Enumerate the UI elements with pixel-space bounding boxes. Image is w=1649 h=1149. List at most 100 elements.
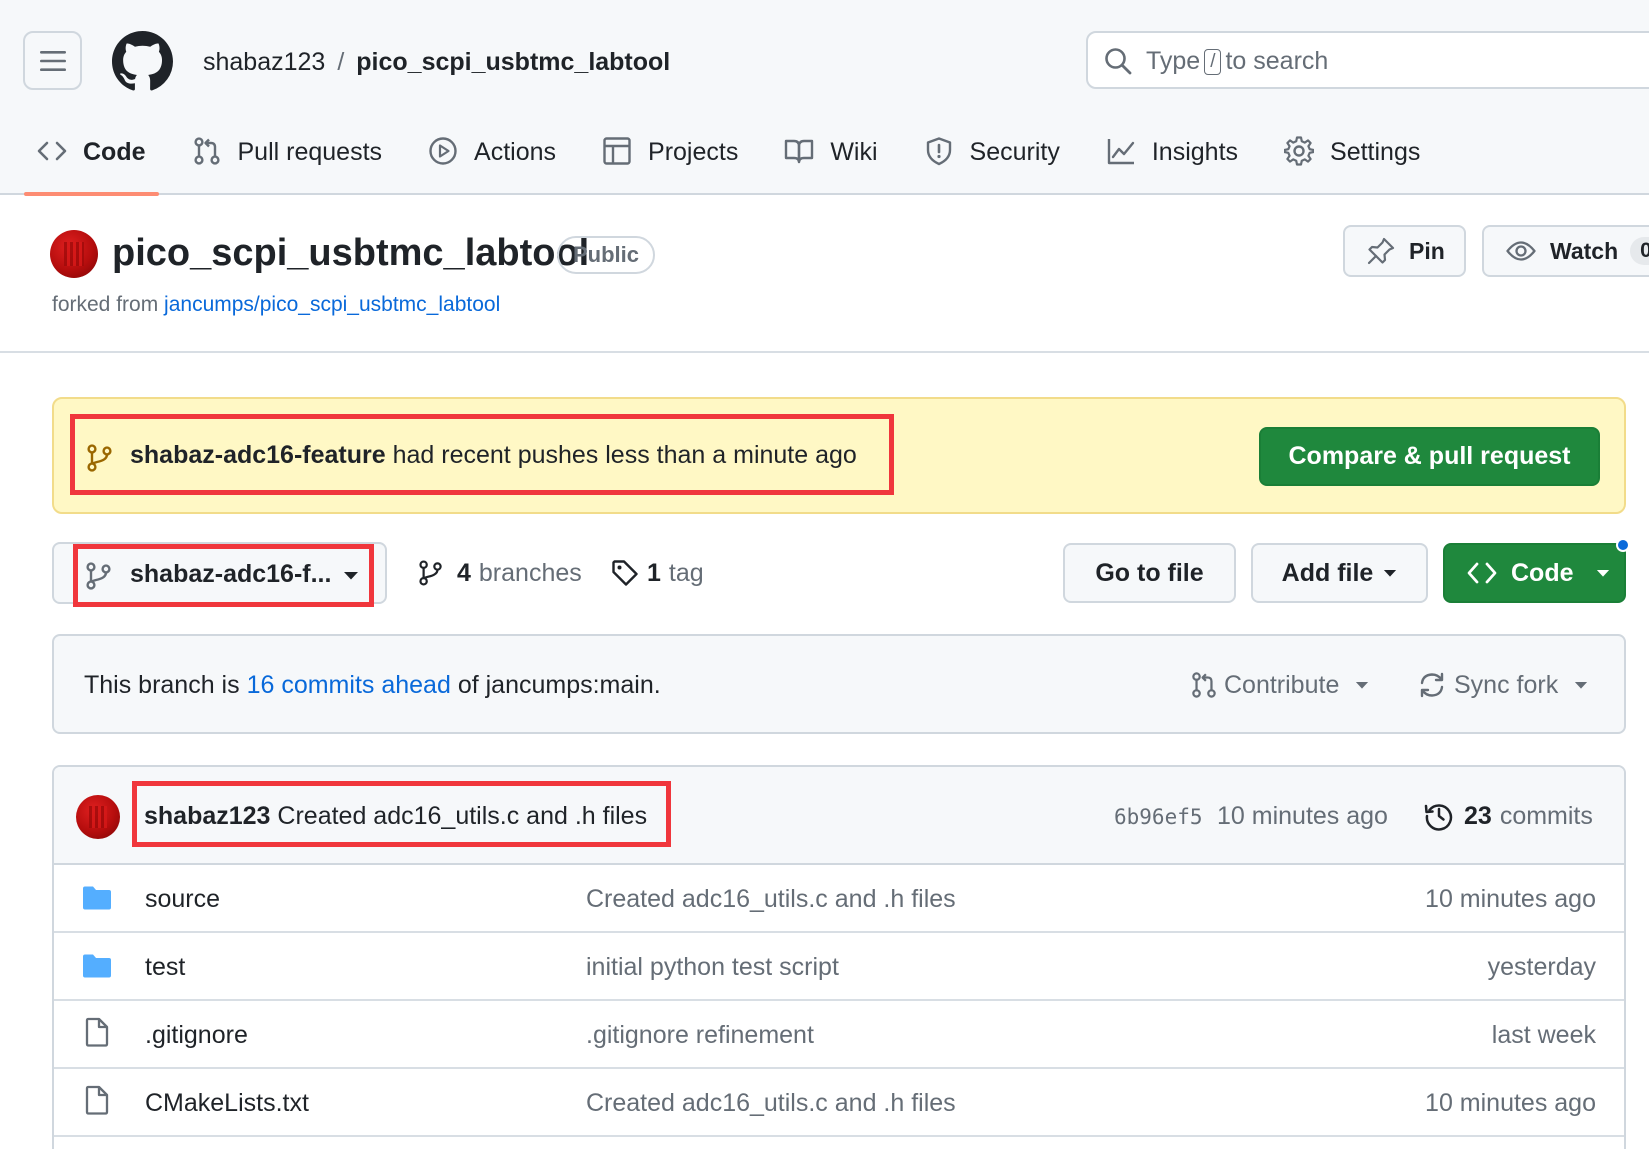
breadcrumb-repo-link[interactable]: pico_scpi_usbtmc_labtool (356, 48, 670, 76)
file-name-link[interactable]: source (145, 882, 220, 916)
code-icon (1467, 562, 1497, 584)
code-icon (37, 141, 67, 161)
owner-avatar[interactable] (50, 230, 98, 278)
file-name-link[interactable]: test (145, 950, 185, 984)
file-icon (85, 1085, 109, 1115)
sync-icon (1420, 672, 1444, 698)
tab-projects[interactable]: Projects (589, 126, 751, 194)
code-button-label: Code (1511, 558, 1574, 587)
tab-label: Code (83, 138, 146, 166)
graph-icon (1107, 139, 1135, 165)
folder-icon (83, 954, 111, 978)
tab-label: Insights (1151, 138, 1239, 166)
github-logo-icon[interactable] (112, 31, 173, 92)
file-row[interactable]: .gitignore .gitignore refinement last we… (54, 1001, 1624, 1069)
commit-author-avatar[interactable] (76, 795, 120, 839)
tab-label: Security (969, 138, 1060, 166)
repo-title[interactable]: pico_scpi_usbtmc_labtool (112, 228, 589, 278)
tab-insights[interactable]: Insights (1093, 126, 1251, 194)
file-commit-time: 10 minutes ago (1425, 885, 1596, 913)
fork-status-suffix: of jancumps:main. (457, 671, 661, 699)
tab-settings[interactable]: Settings (1271, 126, 1433, 194)
forked-from-link[interactable]: jancumps/pico_scpi_usbtmc_labtool (164, 293, 500, 316)
pin-button[interactable]: Pin (1343, 225, 1466, 277)
file-commit-message[interactable]: Created adc16_utils.c and .h files (586, 1086, 956, 1120)
commit-sha-link[interactable]: 6b96ef5 (1114, 800, 1203, 834)
file-name-link[interactable]: CMakeLists.txt (145, 1086, 309, 1120)
file-row[interactable]: test initial python test script yesterda… (54, 933, 1624, 1001)
code-dropdown-button[interactable]: Code (1443, 543, 1626, 603)
file-row[interactable]: source Created adc16_utils.c and .h file… (54, 865, 1624, 933)
tab-label: Wiki (830, 138, 878, 166)
git-pull-request-icon (1192, 672, 1216, 698)
git-branch-icon (86, 562, 111, 590)
tab-label: Pull requests (237, 138, 383, 166)
pin-icon (1367, 237, 1395, 265)
shield-icon (926, 137, 951, 166)
gear-icon (1284, 136, 1315, 166)
recent-push-text: had recent pushes less than a minute ago (392, 441, 857, 469)
branch-selector[interactable]: shabaz-adc16-f... (52, 542, 387, 604)
tags-link[interactable]: 1 tag (611, 556, 704, 590)
file-commit-message[interactable]: Created adc16_utils.c and .h files (586, 882, 956, 916)
current-branch-name: shabaz-adc16-f... (130, 560, 332, 588)
file-commit-time: 10 minutes ago (1425, 1089, 1596, 1117)
folder-icon (83, 886, 111, 910)
file-commit-time: yesterday (1487, 953, 1596, 981)
commits-ahead-link[interactable]: 16 commits ahead (247, 671, 451, 699)
search-icon (1105, 48, 1132, 75)
tab-pull-requests[interactable]: Pull requests (179, 126, 396, 194)
latest-commit-bar: shabaz123 Created adc16_utils.c and .h f… (54, 767, 1624, 865)
tags-count: 1 (647, 559, 661, 587)
play-icon (429, 137, 457, 165)
file-row[interactable]: CMakeLists.txt Created adc16_utils.c and… (54, 1069, 1624, 1137)
branches-link[interactable]: 4 branches (419, 556, 582, 590)
forked-from-label: forked from (52, 293, 159, 316)
pin-button-label: Pin (1409, 237, 1445, 264)
watch-count: 0 (1630, 237, 1649, 265)
triangle-down-icon (344, 572, 358, 580)
git-branch-icon (87, 444, 112, 472)
notification-dot (1616, 538, 1630, 552)
recent-push-banner: shabaz-adc16-feature had recent pushes l… (52, 397, 1626, 514)
go-to-file-button[interactable]: Go to file (1063, 543, 1236, 603)
breadcrumb-separator: / (337, 48, 345, 76)
tab-label: Actions (474, 138, 557, 166)
breadcrumb: shabaz123 / pico_scpi_usbtmc_labtool (203, 44, 670, 80)
add-file-button[interactable]: Add file (1251, 543, 1428, 603)
forked-from-line: forked from jancumps/pico_scpi_usbtmc_la… (52, 290, 500, 320)
latest-commit-message: shabaz123 Created adc16_utils.c and .h f… (144, 798, 647, 834)
hamburger-menu-button[interactable] (23, 31, 82, 90)
file-name-link[interactable]: .gitignore (145, 1018, 248, 1052)
file-commit-message[interactable]: .gitignore refinement (586, 1018, 814, 1052)
file-icon (85, 1017, 109, 1047)
tab-security[interactable]: Security (911, 126, 1073, 194)
tab-wiki[interactable]: Wiki (771, 126, 890, 194)
file-commit-message[interactable]: initial python test script (586, 950, 839, 984)
breadcrumb-owner-link[interactable]: shabaz123 (203, 48, 325, 76)
git-branch-icon (419, 560, 442, 586)
tab-actions[interactable]: Actions (415, 126, 569, 194)
tab-code[interactable]: Code (24, 126, 159, 196)
commits-history-link[interactable]: 23 commits (1424, 798, 1593, 834)
search-input[interactable]: Type / to search (1086, 31, 1649, 89)
file-commit-time: last week (1491, 1021, 1596, 1049)
triangle-down-icon (1356, 681, 1369, 689)
contribute-dropdown[interactable]: Contribute (1190, 667, 1369, 703)
watch-button[interactable]: Watch 0 (1482, 225, 1649, 277)
recent-push-branch: shabaz-adc16-feature (130, 441, 386, 469)
visibility-badge: Public (557, 236, 656, 274)
sync-fork-dropdown[interactable]: Sync fork (1418, 667, 1588, 703)
commit-author-link[interactable]: shabaz123 (144, 802, 270, 830)
triangle-down-icon (1384, 569, 1397, 577)
add-file-label: Add file (1281, 558, 1374, 587)
triangle-down-icon (1596, 569, 1609, 577)
tags-label: tag (668, 559, 704, 587)
branches-label: branches (478, 559, 582, 587)
fork-status-text: This branch is 16 commits ahead of jancu… (84, 667, 661, 703)
compare-pull-request-button[interactable]: Compare & pull request (1259, 427, 1600, 486)
commit-message-link[interactable]: Created adc16_utils.c and .h files (277, 802, 647, 830)
commits-count: 23 (1464, 802, 1492, 830)
triangle-down-icon (1575, 681, 1588, 689)
fork-status-box: This branch is 16 commits ahead of jancu… (52, 634, 1626, 734)
